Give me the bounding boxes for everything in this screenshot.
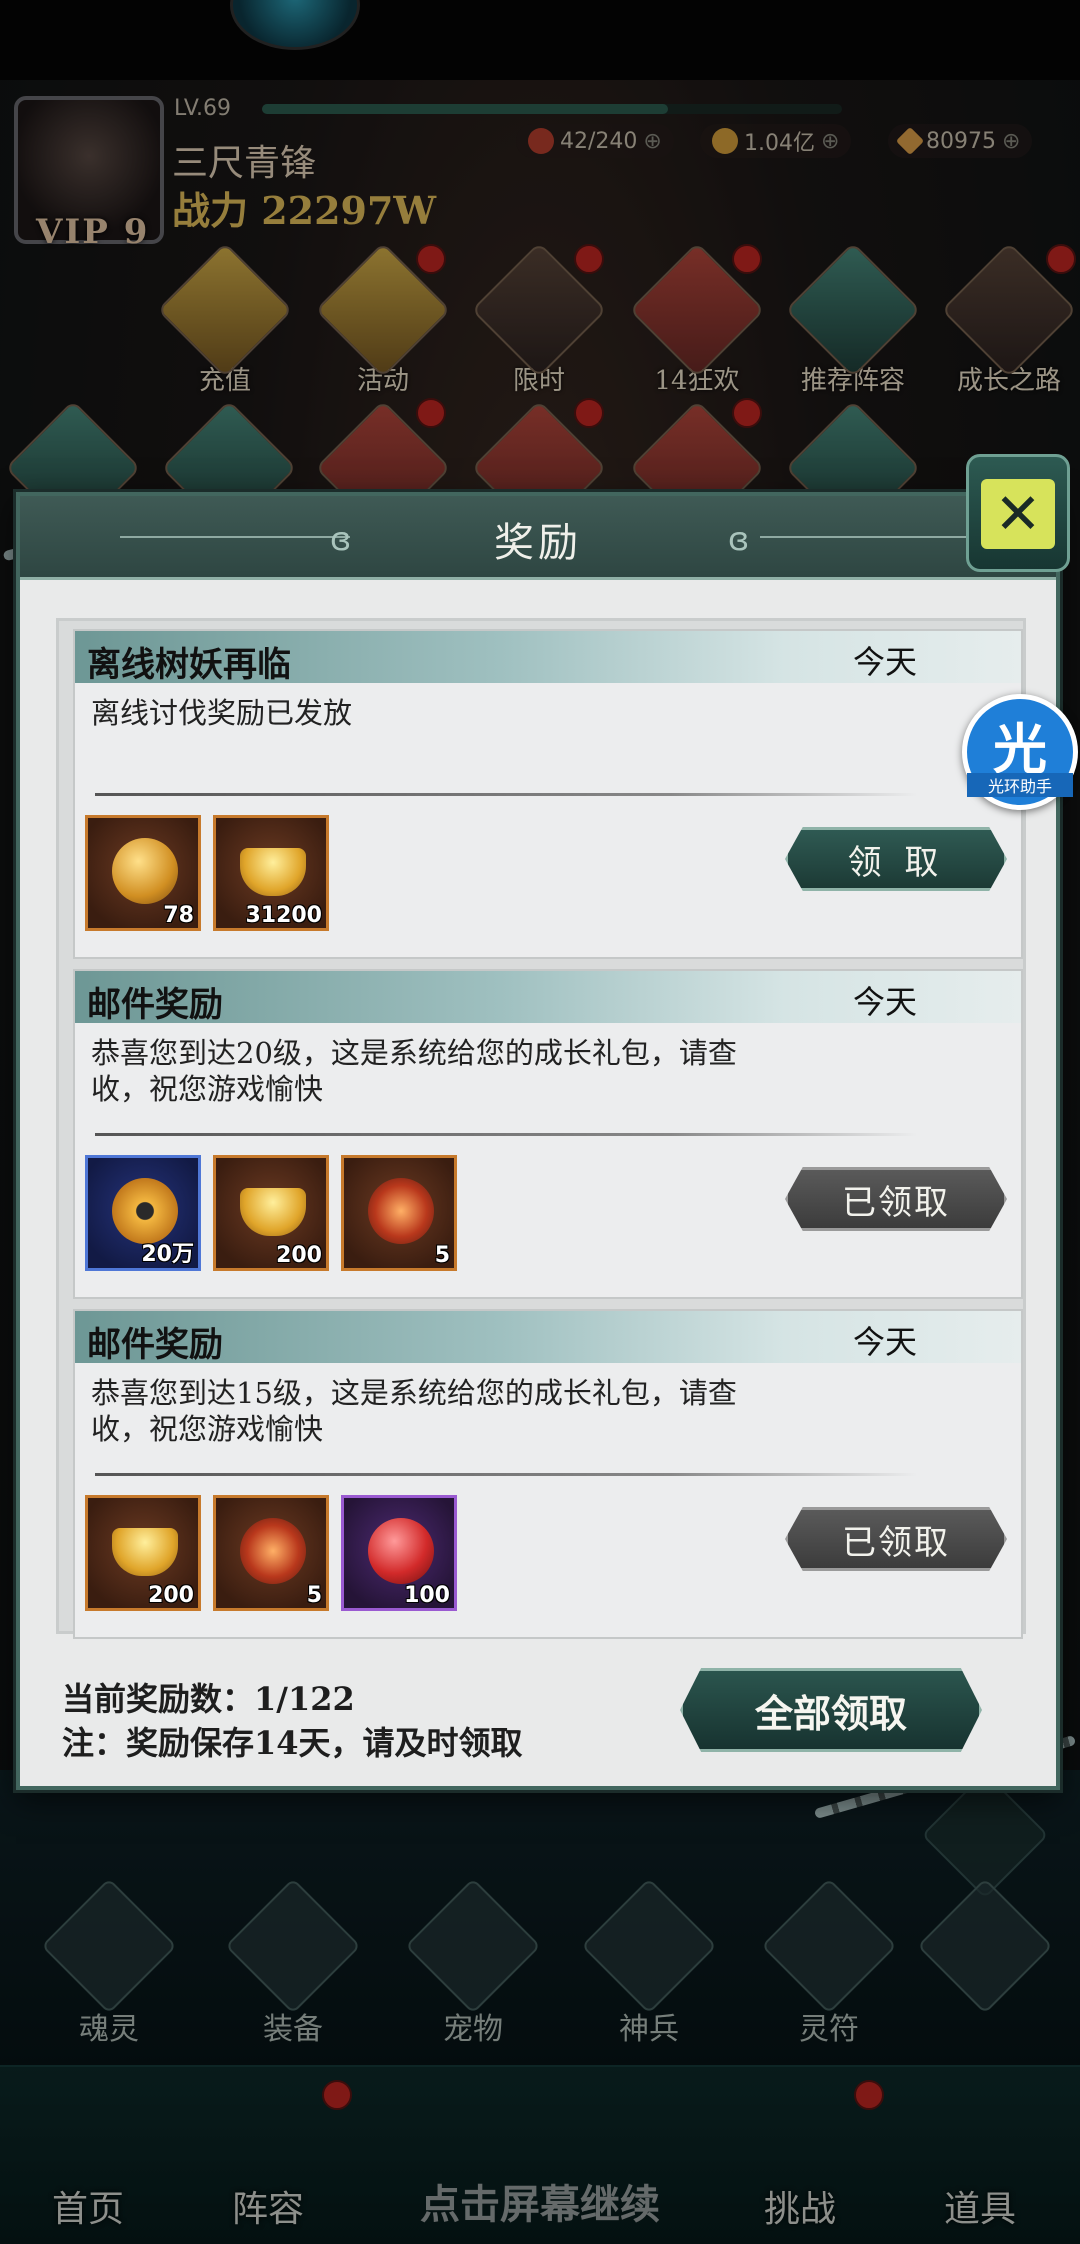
claimed-button[interactable]: 已领取 <box>785 1507 1007 1571</box>
reward-item[interactable]: 5 <box>341 1155 457 1271</box>
card-date: 今天 <box>852 1323 917 1361</box>
reward-item[interactable]: 78 <box>85 815 201 931</box>
fire-orb-icon <box>240 1518 306 1584</box>
gold-ingot-icon <box>240 848 306 896</box>
helper-floating-button[interactable]: 光 光环助手 <box>962 694 1078 810</box>
close-button[interactable]: ✕ <box>966 454 1070 572</box>
helper-label: 光环助手 <box>967 773 1073 797</box>
card-header: 邮件奖励 今天 <box>75 971 1021 1025</box>
item-count: 100 <box>404 1583 450 1608</box>
reward-item[interactable]: 200 <box>213 1155 329 1271</box>
card-title: 离线树妖再临 <box>87 645 291 685</box>
dialog-header: ɞ 奖励 ɞ <box>20 496 1056 580</box>
claimed-button[interactable]: 已领取 <box>785 1167 1007 1231</box>
reward-item[interactable]: 100 <box>341 1495 457 1611</box>
card-title: 邮件奖励 <box>87 1325 223 1365</box>
gold-ingot-icon <box>112 1528 178 1576</box>
reward-item[interactable]: 200 <box>85 1495 201 1611</box>
card-title: 邮件奖励 <box>87 985 223 1025</box>
reward-count: 当前奖励数：1/122 <box>62 1680 355 1718</box>
card-header: 离线树妖再临 今天 <box>75 631 1021 685</box>
card-date: 今天 <box>852 983 917 1021</box>
claim-all-button[interactable]: 全部领取 <box>680 1668 982 1752</box>
item-count: 78 <box>163 903 194 928</box>
card-date: 今天 <box>852 643 917 681</box>
item-count: 200 <box>276 1243 322 1268</box>
reward-card: 离线树妖再临 今天 离线讨伐奖励已发放 78 31200 领 取 <box>73 629 1023 959</box>
reward-card: 邮件奖励 今天 恭喜您到达15级，这是系统给您的成长礼包，请查收，祝您游戏愉快 … <box>73 1309 1023 1639</box>
card-message: 恭喜您到达20级，这是系统给您的成长礼包，请查收，祝您游戏愉快 <box>91 1036 737 1106</box>
gold-orb-icon <box>112 838 178 904</box>
red-pearl-icon <box>368 1518 434 1584</box>
dialog-title: 奖励 <box>494 520 582 566</box>
card-header: 邮件奖励 今天 <box>75 1311 1021 1365</box>
copper-coin-icon <box>112 1178 178 1244</box>
divider <box>95 793 917 796</box>
title-ornament <box>760 536 990 538</box>
card-message: 恭喜您到达15级，这是系统给您的成长礼包，请查收，祝您游戏愉快 <box>91 1376 737 1446</box>
divider <box>95 1133 917 1136</box>
swirl-icon: ɞ <box>728 520 750 558</box>
reward-item[interactable]: 5 <box>213 1495 329 1611</box>
item-count: 5 <box>434 1243 450 1268</box>
close-icon: ✕ <box>981 479 1055 549</box>
reward-note: 注：奖励保存14天，请及时领取 <box>62 1724 523 1762</box>
reward-item[interactable]: 31200 <box>213 815 329 931</box>
reward-item[interactable]: 20万 <box>85 1155 201 1271</box>
item-count: 5 <box>306 1583 322 1608</box>
reward-list[interactable]: 离线树妖再临 今天 离线讨伐奖励已发放 78 31200 领 取 邮件奖励 今天… <box>56 618 1026 1639</box>
reward-dialog: ɞ 奖励 ɞ 离线树妖再临 今天 离线讨伐奖励已发放 78 31200 领 取 <box>16 492 1060 1790</box>
item-count: 20万 <box>141 1242 194 1267</box>
reward-card: 邮件奖励 今天 恭喜您到达20级，这是系统给您的成长礼包，请查收，祝您游戏愉快 … <box>73 969 1023 1299</box>
item-count: 200 <box>148 1583 194 1608</box>
card-message: 离线讨伐奖励已发放 <box>91 696 353 730</box>
item-count: 31200 <box>245 903 322 928</box>
fire-orb-icon <box>368 1178 434 1244</box>
claim-button[interactable]: 领 取 <box>785 827 1007 891</box>
divider <box>95 1473 917 1476</box>
gold-ingot-icon <box>240 1188 306 1236</box>
